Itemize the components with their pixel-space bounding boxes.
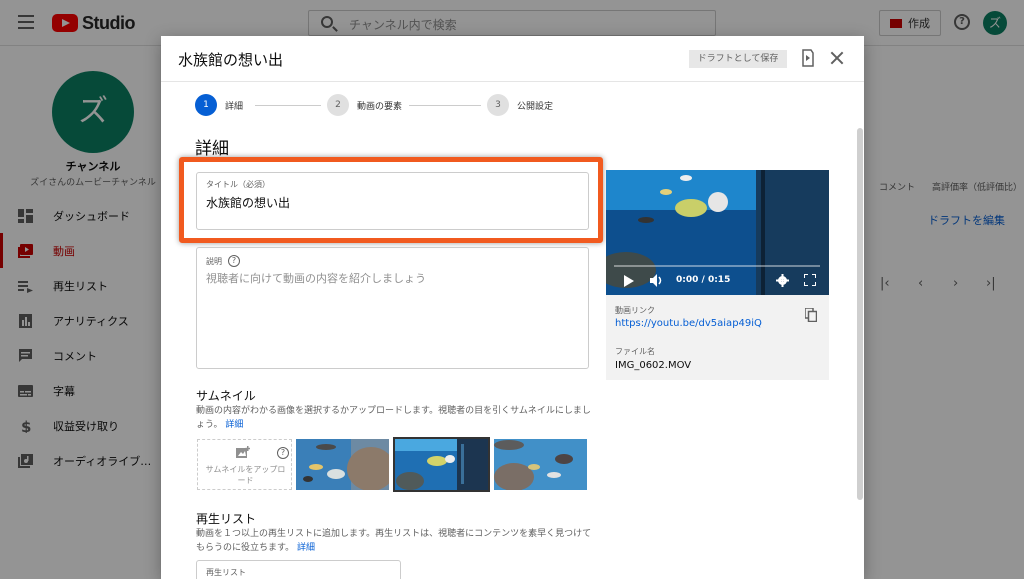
dialog-title: 水族館の想い出 (178, 51, 284, 69)
help-icon[interactable]: ? (277, 447, 289, 459)
step-label: 動画の要素 (357, 101, 403, 112)
add-image-icon (236, 446, 250, 458)
playlist-description: 動画を１つ以上の再生リストに追加します。再生リストは、視聴者にコンテンツを素早く… (196, 527, 596, 555)
step-video-elements[interactable]: 2 動画の要素 (327, 94, 402, 116)
step-number: 3 (487, 94, 509, 116)
dialog-header: 水族館の想い出 ドラフトとして保存 (161, 36, 864, 82)
thumbnail-learn-more-link[interactable]: 詳細 (225, 420, 243, 430)
thumbnail-option[interactable] (296, 439, 389, 490)
thumbnail-option-selected[interactable] (393, 437, 490, 492)
step-number: 2 (327, 94, 349, 116)
video-link-label: 動画リンク (615, 306, 655, 315)
dialog-scrollbar[interactable] (857, 128, 863, 500)
title-input-value: 水族館の想い出 (206, 196, 291, 210)
thumbnail-image (296, 439, 389, 490)
close-icon[interactable] (829, 50, 845, 66)
step-details[interactable]: 1 詳細 (195, 94, 243, 116)
description-input-label: 説明 (206, 256, 222, 266)
video-link[interactable]: https://youtu.be/dv5aiap49iQ (615, 318, 762, 329)
step-label: 詳細 (225, 101, 244, 112)
step-connector (255, 105, 321, 106)
playlist-dropdown[interactable]: 再生リスト (196, 560, 401, 579)
thumbnail-heading: サムネイル (196, 389, 256, 403)
step-label: 公開設定 (517, 101, 554, 112)
description-label-row: 説明? (206, 255, 240, 267)
save-draft-button[interactable]: ドラフトとして保存 (689, 50, 787, 68)
step-connector (409, 105, 481, 106)
seek-bar[interactable] (614, 265, 820, 267)
title-input[interactable]: タイトル（必須） 水族館の想い出 (196, 172, 589, 230)
thumbnail-image (395, 439, 488, 490)
thumbnail-description-text: 動画の内容がわかる画像を選択するかアップロードします。視聴者の目を引くサムネイル… (196, 406, 591, 430)
video-preview-player[interactable]: 0:00 / 0:15 (606, 170, 829, 295)
feedback-flag-icon[interactable] (801, 49, 815, 67)
thumbnail-description: 動画の内容がわかる画像を選択するかアップロードします。視聴者の目を引くサムネイル… (196, 404, 596, 432)
thumbnail-image (494, 439, 587, 490)
copy-icon[interactable] (805, 308, 817, 322)
filename-value: IMG_0602.MOV (615, 360, 692, 371)
fullscreen-icon[interactable] (804, 274, 816, 286)
player-controls: 0:00 / 0:15 (606, 261, 829, 295)
step-visibility[interactable]: 3 公開設定 (487, 94, 553, 116)
play-icon[interactable] (624, 275, 634, 287)
volume-icon[interactable] (650, 274, 664, 287)
video-info-card: 動画リンク https://youtu.be/dv5aiap49iQ ファイル名… (606, 295, 829, 380)
help-icon[interactable]: ? (228, 255, 240, 267)
playlist-description-text: 動画を１つ以上の再生リストに追加します。再生リストは、視聴者にコンテンツを素早く… (196, 529, 592, 553)
playlist-learn-more-link[interactable]: 詳細 (297, 543, 315, 553)
playback-time: 0:00 / 0:15 (676, 275, 731, 285)
filename-label: ファイル名 (615, 347, 655, 356)
title-input-label: タイトル（必須） (206, 180, 270, 189)
playlist-dropdown-label: 再生リスト (206, 568, 246, 577)
playlist-heading: 再生リスト (196, 512, 257, 526)
section-title: 詳細 (195, 139, 229, 159)
thumbnail-option[interactable] (494, 439, 587, 490)
upload-details-dialog: 水族館の想い出 ドラフトとして保存 1 詳細 2 動画の要素 3 公開設定 詳細… (161, 36, 864, 579)
upload-thumbnail-label: サムネイルをアップロード (205, 465, 286, 485)
upload-thumbnail-button[interactable]: ? サムネイルをアップロード (197, 439, 292, 490)
step-number: 1 (195, 94, 217, 116)
description-input[interactable]: 説明? 視聴者に向けて動画の内容を紹介しましょう (196, 247, 589, 369)
settings-gear-icon[interactable] (776, 274, 789, 287)
description-placeholder: 視聴者に向けて動画の内容を紹介しましょう (206, 272, 426, 285)
